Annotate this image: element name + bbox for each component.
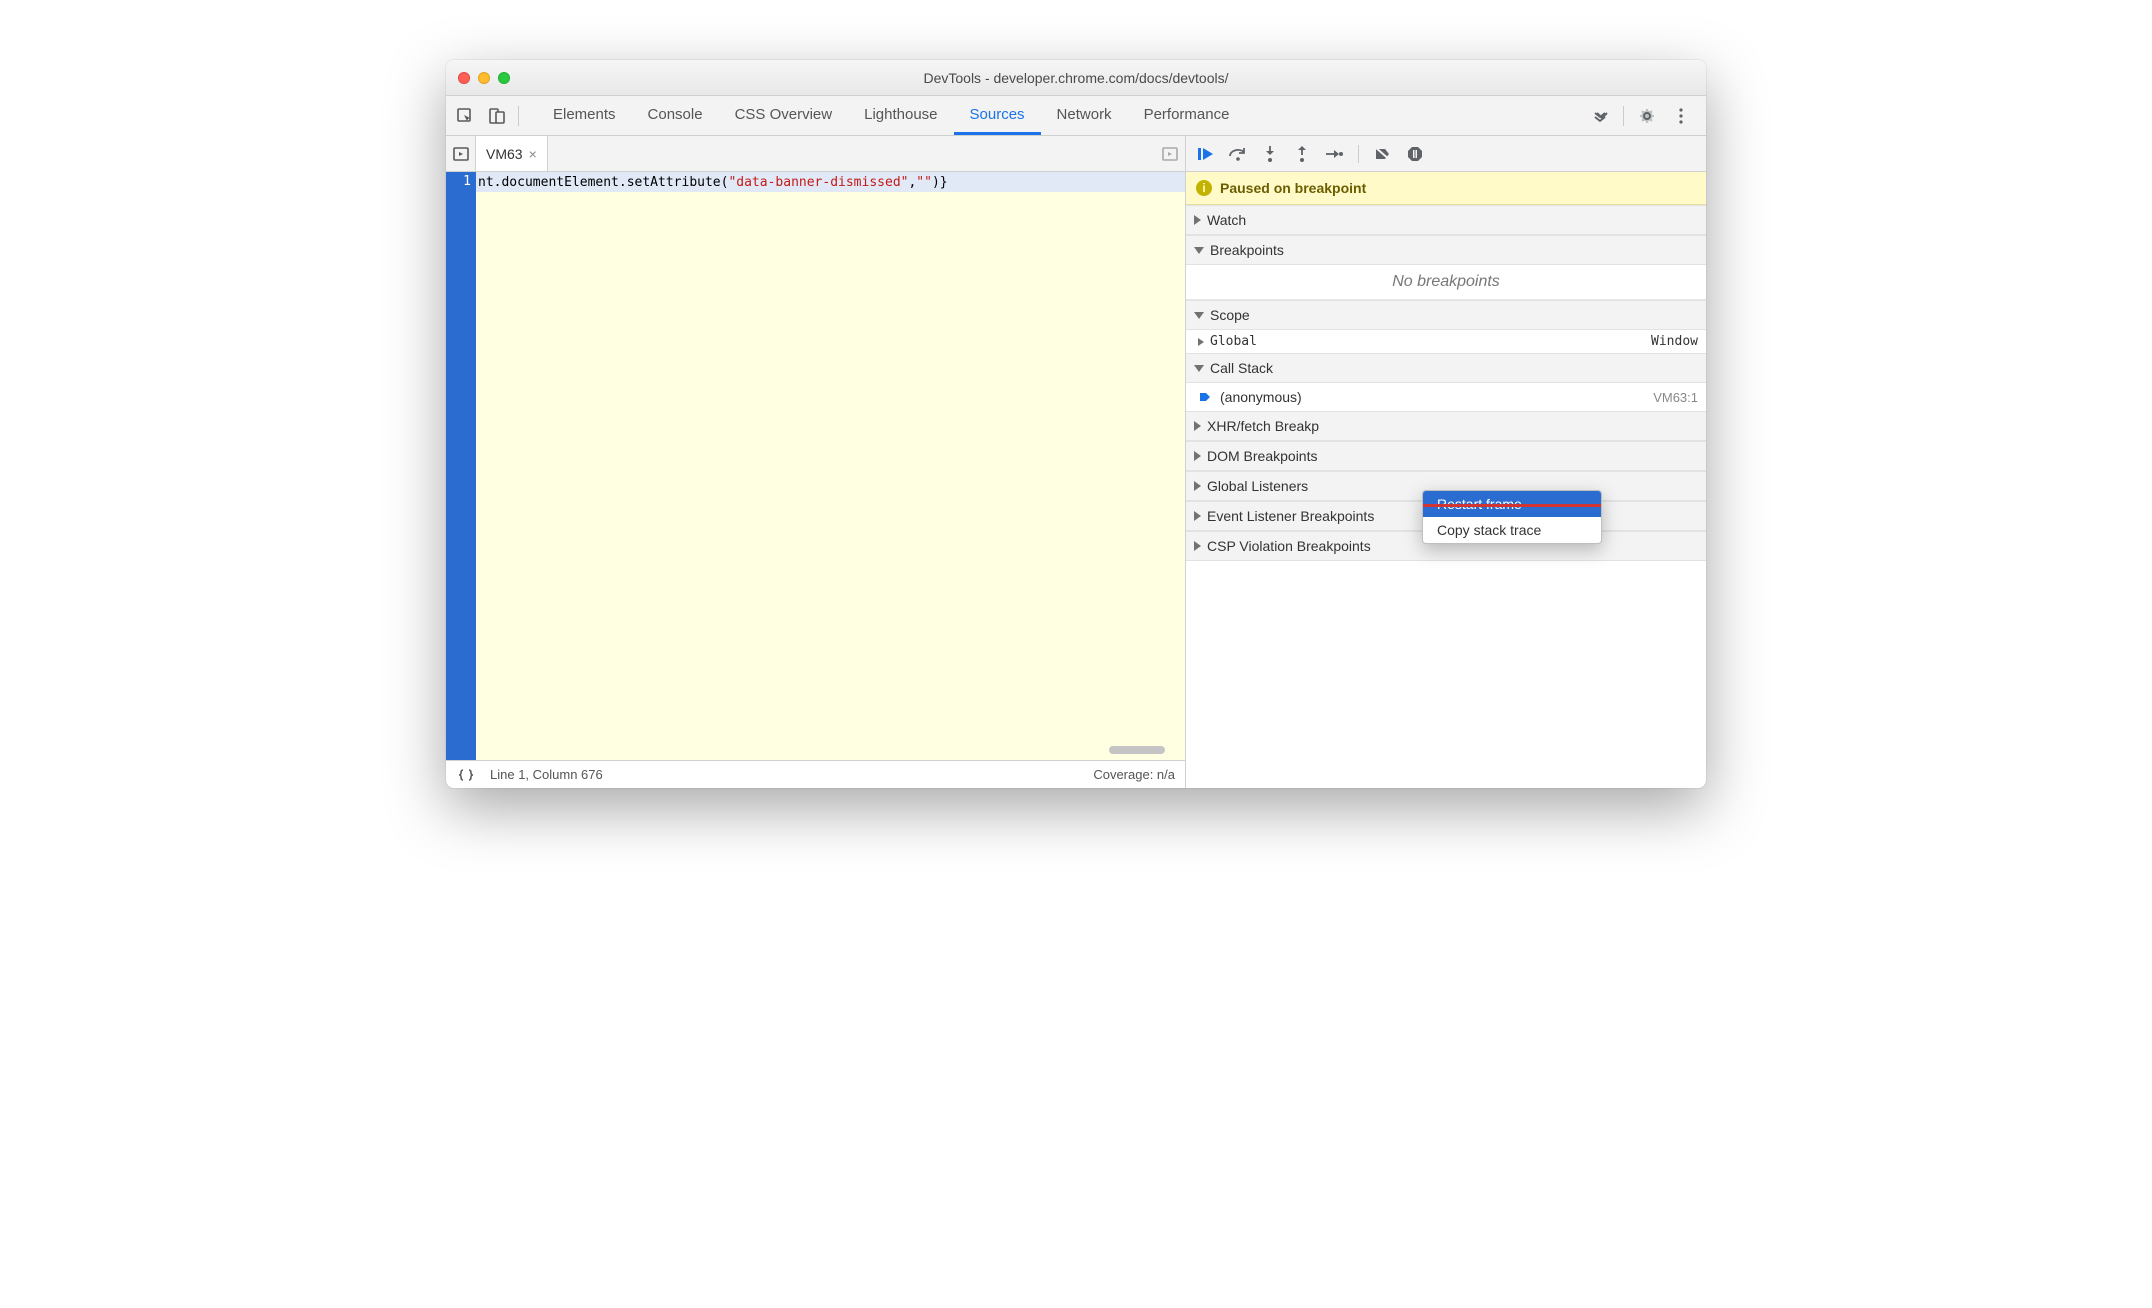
section-xhr-label: XHR/fetch Breakp [1207,418,1319,434]
code-text-b: "data-banner-dismissed" [728,175,908,190]
section-breakpoints[interactable]: Breakpoints [1186,235,1706,265]
show-navigator-icon[interactable] [446,136,476,171]
section-call-stack-label: Call Stack [1210,360,1273,376]
current-frame-icon [1198,390,1212,404]
debug-toolbar [1186,136,1706,172]
call-stack-frame-name: (anonymous) [1220,389,1302,405]
editor-status-bar: Line 1, Column 676 Coverage: n/a [446,760,1185,788]
file-tab-row: VM63 × [446,136,1185,172]
expand-icon [1194,451,1201,461]
expand-icon [1198,338,1204,346]
step-icon[interactable] [1324,144,1344,164]
tab-network[interactable]: Network [1041,96,1128,135]
step-out-icon[interactable] [1292,144,1312,164]
line-number: 1 [446,174,471,189]
scope-global-row[interactable]: Global Window [1186,330,1706,353]
scope-global-label: Global [1210,334,1257,349]
separator [518,106,519,126]
context-menu-copy-stack-trace[interactable]: Copy stack trace [1423,517,1601,543]
section-scope-label: Scope [1210,307,1250,323]
device-toolbar-icon[interactable] [486,105,508,127]
horizontal-scrollbar-thumb[interactable] [1109,746,1165,754]
close-file-icon[interactable]: × [529,146,537,162]
panel-body: VM63 × 1 nt.documentElement.setAttribute… [446,136,1706,788]
section-call-stack[interactable]: Call Stack [1186,353,1706,383]
coverage-status: Coverage: n/a [1093,767,1175,782]
no-breakpoints-text: No breakpoints [1186,265,1706,300]
inspect-element-icon[interactable] [454,105,476,127]
debugger-pane: i Paused on breakpoint Watch Breakpoints… [1186,136,1706,788]
step-over-icon[interactable] [1228,144,1248,164]
main-tabbar: Elements Console CSS Overview Lighthouse… [446,96,1706,136]
deactivate-breakpoints-icon[interactable] [1373,144,1393,164]
close-window-button[interactable] [458,72,470,84]
code-editor[interactable]: 1 nt.documentElement.setAttribute("data-… [446,172,1185,760]
separator [1623,106,1624,126]
run-snippet-icon[interactable] [1155,145,1185,163]
file-tab[interactable]: VM63 × [476,136,548,171]
call-stack-frame-row[interactable]: (anonymous) VM63:1 [1186,383,1706,411]
step-into-icon[interactable] [1260,144,1280,164]
devtools-window: DevTools - developer.chrome.com/docs/dev… [446,60,1706,788]
expand-icon [1194,511,1201,521]
context-menu-copy-stack-trace-label: Copy stack trace [1437,522,1541,538]
more-options-icon[interactable] [1670,105,1692,127]
code-area[interactable]: nt.documentElement.setAttribute("data-ba… [476,172,1185,760]
context-menu: Restart frame Copy stack trace [1422,490,1602,544]
titlebar: DevTools - developer.chrome.com/docs/dev… [446,60,1706,96]
expand-icon [1194,215,1201,225]
window-controls [458,72,510,84]
code-text-a: nt.documentElement.setAttribute( [478,175,728,190]
expand-icon [1194,541,1201,551]
section-global-listeners-label: Global Listeners [1207,478,1308,494]
code-line: nt.documentElement.setAttribute("data-ba… [476,172,1185,192]
paused-banner-text: Paused on breakpoint [1220,180,1366,196]
paused-banner: i Paused on breakpoint [1186,172,1706,205]
code-text-e: )} [932,175,948,190]
tab-elements[interactable]: Elements [537,96,632,135]
tabbar-left-tools [454,96,537,135]
file-tab-label: VM63 [486,146,523,162]
scope-global-value: Window [1651,334,1698,349]
section-watch[interactable]: Watch [1186,205,1706,235]
sources-editor-pane: VM63 × 1 nt.documentElement.setAttribute… [446,136,1186,788]
tab-console[interactable]: Console [632,96,719,135]
window-title: DevTools - developer.chrome.com/docs/dev… [458,70,1694,86]
context-menu-restart-frame[interactable]: Restart frame [1423,491,1601,517]
overflow-tabs-icon[interactable] [1589,105,1611,127]
expand-icon [1194,481,1201,491]
section-dom-breakpoints[interactable]: DOM Breakpoints [1186,441,1706,471]
line-number-gutter: 1 [446,172,476,760]
code-text-d: "" [916,175,932,190]
panel-tabs: Elements Console CSS Overview Lighthouse… [537,96,1245,135]
minimize-window-button[interactable] [478,72,490,84]
section-event-listener-label: Event Listener Breakpoints [1207,508,1374,524]
call-stack-frame-location: VM63:1 [1653,390,1698,405]
settings-icon[interactable] [1636,105,1658,127]
tab-performance[interactable]: Performance [1128,96,1246,135]
collapse-icon [1194,312,1204,319]
info-icon: i [1196,180,1212,196]
expand-icon [1194,421,1201,431]
section-watch-label: Watch [1207,212,1246,228]
section-xhr-breakpoints[interactable]: XHR/fetch Breakp [1186,411,1706,441]
tab-css-overview[interactable]: CSS Overview [719,96,849,135]
context-menu-restart-frame-label: Restart frame [1437,496,1522,512]
section-dom-label: DOM Breakpoints [1207,448,1317,464]
tab-sources[interactable]: Sources [954,96,1041,135]
code-text-c: , [908,175,916,190]
tabbar-right-tools [1589,96,1698,135]
collapse-icon [1194,365,1204,372]
resume-icon[interactable] [1196,144,1216,164]
tab-lighthouse[interactable]: Lighthouse [848,96,953,135]
pretty-print-icon[interactable] [456,768,476,782]
section-scope[interactable]: Scope [1186,300,1706,330]
pause-exceptions-icon[interactable] [1405,144,1425,164]
section-breakpoints-label: Breakpoints [1210,242,1284,258]
maximize-window-button[interactable] [498,72,510,84]
cursor-position: Line 1, Column 676 [490,767,603,782]
separator [1358,145,1359,163]
section-csp-label: CSP Violation Breakpoints [1207,538,1371,554]
collapse-icon [1194,247,1204,254]
